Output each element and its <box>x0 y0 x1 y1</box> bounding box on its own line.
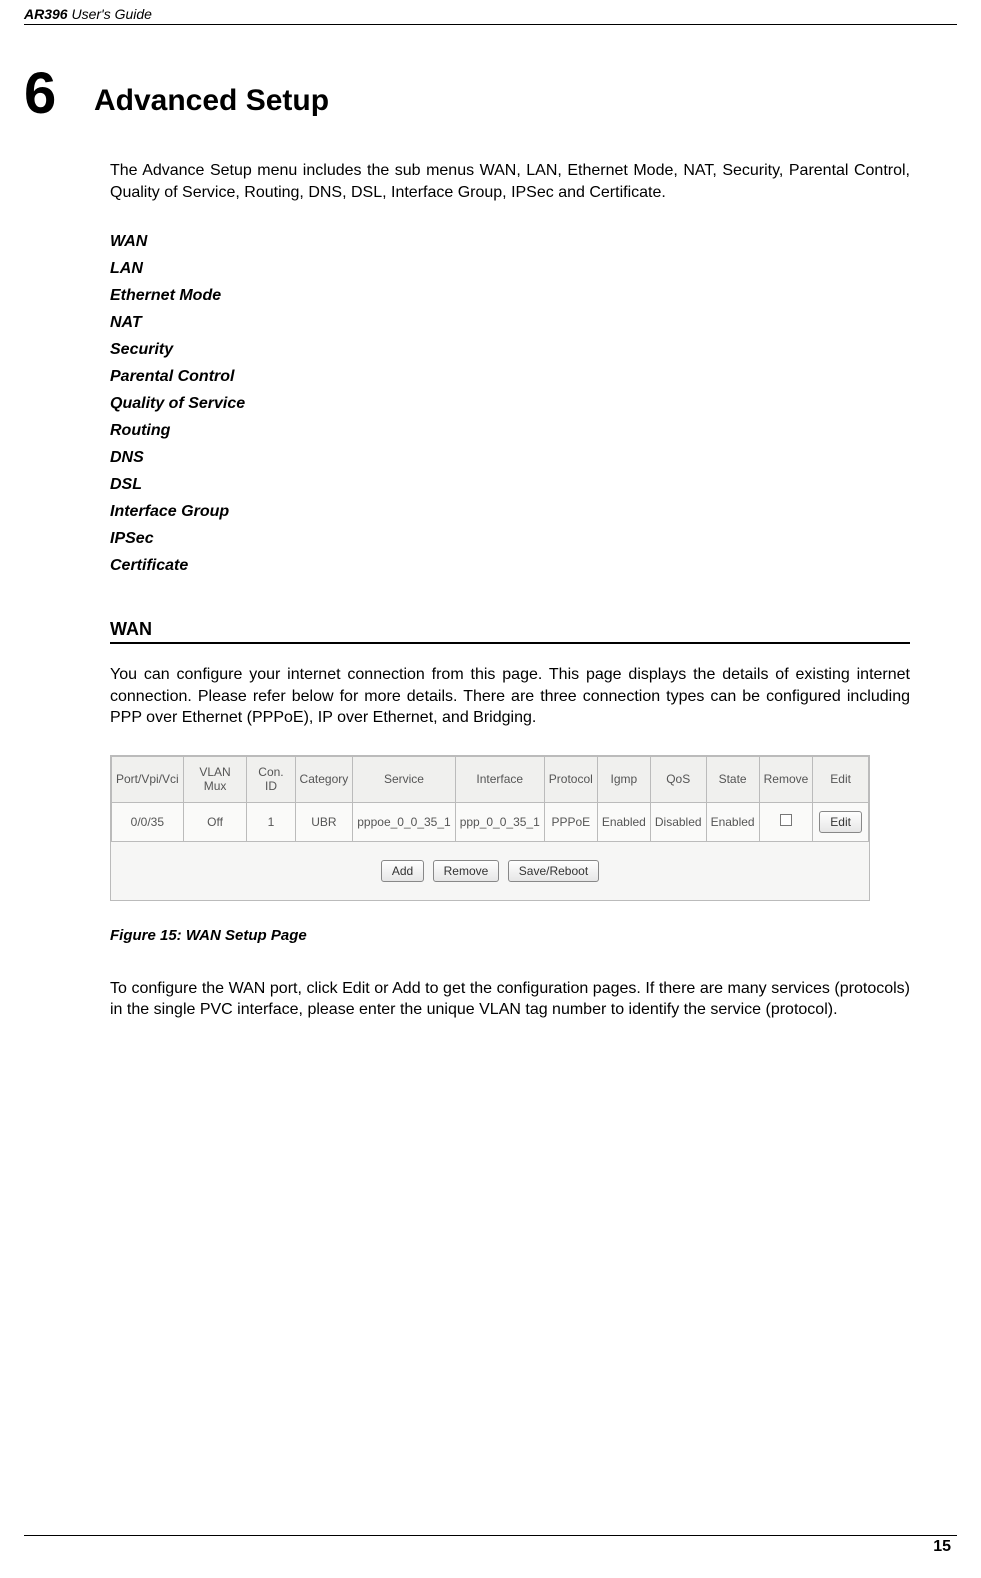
footer-rule <box>24 1535 957 1536</box>
wan-paragraph-1: You can configure your internet connecti… <box>110 664 910 729</box>
col-category: Category <box>295 756 353 802</box>
col-interface: Interface <box>455 756 544 802</box>
cell-category: UBR <box>295 802 353 841</box>
cell-vlan: Off <box>183 802 247 841</box>
table-row: 0/0/35 Off 1 UBR pppoe_0_0_35_1 ppp_0_0_… <box>112 802 869 841</box>
chapter-number: 6 <box>24 60 56 127</box>
remove-checkbox[interactable] <box>780 814 792 826</box>
cell-qos: Disabled <box>650 802 706 841</box>
cell-remove <box>759 802 813 841</box>
menu-item: WAN <box>110 233 910 251</box>
model-name: AR396 <box>24 6 68 22</box>
wan-table: Port/Vpi/Vci VLAN Mux Con. ID Category S… <box>111 756 869 842</box>
add-button[interactable]: Add <box>381 860 424 882</box>
col-remove: Remove <box>759 756 813 802</box>
cell-conid: 1 <box>247 802 295 841</box>
header-rule <box>24 24 957 25</box>
menu-item: DNS <box>110 449 910 467</box>
col-conid: Con. ID <box>247 756 295 802</box>
save-reboot-button[interactable]: Save/Reboot <box>508 860 599 882</box>
cell-igmp: Enabled <box>597 802 650 841</box>
col-qos: QoS <box>650 756 706 802</box>
menu-item: Certificate <box>110 557 910 575</box>
menu-item: Parental Control <box>110 368 910 386</box>
menu-item: Quality of Service <box>110 395 910 413</box>
menu-item: Interface Group <box>110 503 910 521</box>
wan-heading: WAN <box>110 619 910 644</box>
document-header: AR396 User's Guide <box>24 6 152 22</box>
col-protocol: Protocol <box>544 756 597 802</box>
col-edit: Edit <box>813 756 869 802</box>
wan-paragraph-2: To configure the WAN port, click Edit or… <box>110 978 910 1021</box>
wan-table-frame: Port/Vpi/Vci VLAN Mux Con. ID Category S… <box>110 755 870 901</box>
cell-edit: Edit <box>813 802 869 841</box>
page-number: 15 <box>933 1538 951 1556</box>
remove-button[interactable]: Remove <box>433 860 500 882</box>
intro-paragraph: The Advance Setup menu includes the sub … <box>110 160 910 203</box>
chapter-title: Advanced Setup <box>94 84 329 118</box>
edit-button[interactable]: Edit <box>819 811 862 833</box>
doc-suffix: User's Guide <box>71 6 151 22</box>
cell-interface: ppp_0_0_35_1 <box>455 802 544 841</box>
menu-item: LAN <box>110 260 910 278</box>
col-vlan: VLAN Mux <box>183 756 247 802</box>
menu-item: IPSec <box>110 530 910 548</box>
menu-item: Ethernet Mode <box>110 287 910 305</box>
col-port: Port/Vpi/Vci <box>112 756 184 802</box>
cell-port: 0/0/35 <box>112 802 184 841</box>
col-state: State <box>706 756 759 802</box>
col-service: Service <box>353 756 455 802</box>
content-area: The Advance Setup menu includes the sub … <box>110 160 910 1021</box>
submenu-list: WAN LAN Ethernet Mode NAT Security Paren… <box>110 233 910 575</box>
cell-service: pppoe_0_0_35_1 <box>353 802 455 841</box>
figure-caption: Figure 15: WAN Setup Page <box>110 927 910 944</box>
menu-item: Routing <box>110 422 910 440</box>
cell-protocol: PPPoE <box>544 802 597 841</box>
menu-item: Security <box>110 341 910 359</box>
menu-item: DSL <box>110 476 910 494</box>
cell-state: Enabled <box>706 802 759 841</box>
table-header-row: Port/Vpi/Vci VLAN Mux Con. ID Category S… <box>112 756 869 802</box>
button-row: Add Remove Save/Reboot <box>111 860 869 882</box>
col-igmp: Igmp <box>597 756 650 802</box>
menu-item: NAT <box>110 314 910 332</box>
